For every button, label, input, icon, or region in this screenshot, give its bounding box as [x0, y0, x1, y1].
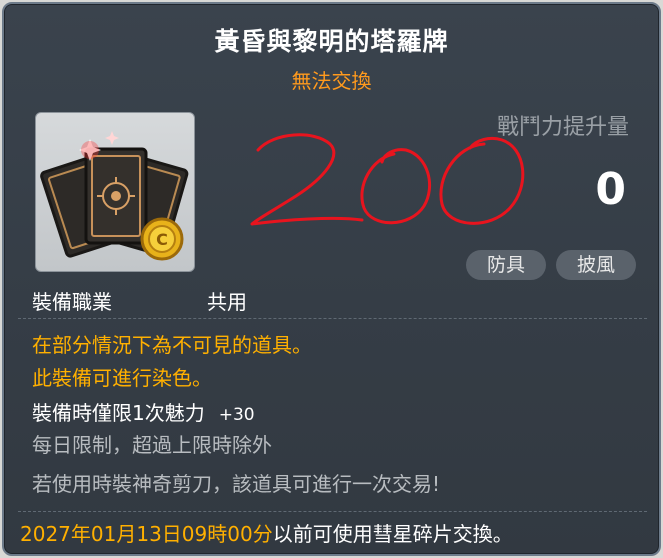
description-invisible-note: 在部分情況下為不可見的道具。: [32, 333, 312, 357]
deadline-date: 2027年01月13日09時00分: [20, 522, 273, 546]
tag-cape: 披風: [556, 250, 636, 280]
description-dye-note: 此裝備可進行染色。: [32, 366, 212, 390]
charm-bonus: +30: [218, 405, 255, 425]
handwritten-annotation: [250, 133, 525, 226]
divider-top: [18, 318, 647, 319]
tag-armor: 防具: [466, 250, 546, 280]
svg-text:C: C: [156, 230, 168, 249]
job-label: 裝備職業: [32, 290, 112, 314]
item-name: 黃昏與黎明的塔羅牌: [214, 27, 449, 56]
item-icon-frame: C: [35, 112, 195, 272]
exchange-deadline: 2027年01月13日09時00分以前可使用彗星碎片交換。: [20, 518, 513, 547]
divider-bottom: [18, 511, 647, 512]
tarot-cards-icon: C: [40, 131, 189, 261]
scissors-note: 若使用時裝神奇剪刀，該道具可進行一次交易!: [32, 472, 441, 496]
job-value: 共用: [207, 290, 247, 314]
trade-status: 無法交換: [291, 69, 372, 93]
combat-power-value: 0: [595, 164, 626, 215]
charm-label: 裝備時僅限1次魅力: [32, 401, 205, 425]
deadline-note: 以前可使用彗星碎片交換。: [272, 522, 513, 546]
item-tooltip: 黃昏與黎明的塔羅牌 無法交換 C 戰鬥力提升量 0 防具 披風 裝備職業 共用 …: [2, 2, 661, 556]
daily-limit-note: 每日限制，超過上限時除外: [32, 433, 272, 457]
charm-row: 裝備時僅限1次魅力 +30: [32, 397, 255, 426]
